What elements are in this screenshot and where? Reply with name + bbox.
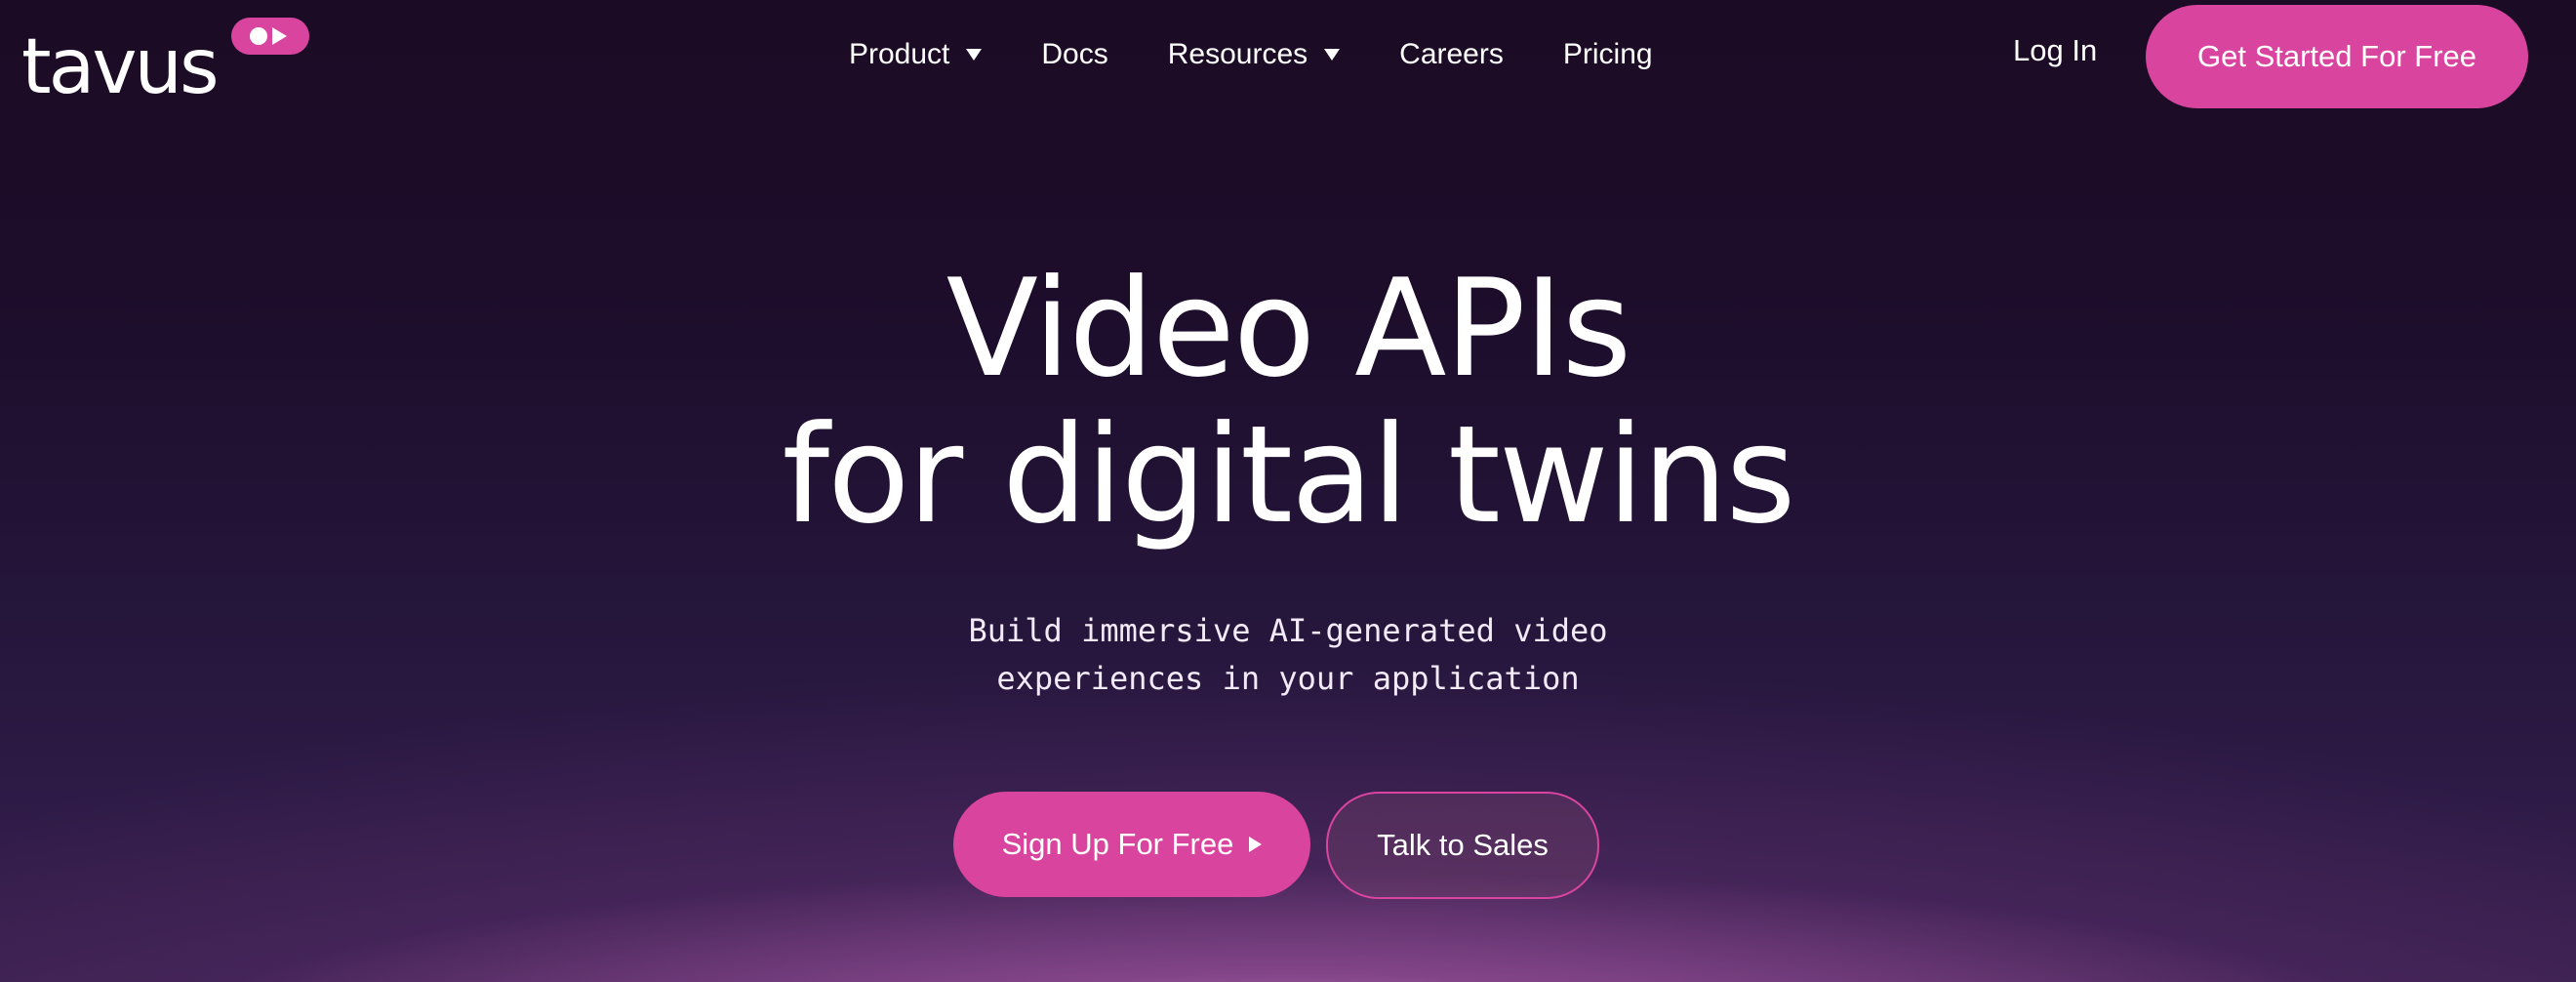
nav-item-careers[interactable]: Careers [1399, 38, 1504, 71]
nav-item-label: Careers [1399, 38, 1504, 70]
play-arrow-icon [1249, 837, 1263, 852]
record-play-icon [231, 18, 309, 55]
hero-subtitle-line-2: experiences in your application [996, 660, 1580, 697]
nav-item-label: Docs [1041, 38, 1108, 70]
get-started-button[interactable]: Get Started For Free [2146, 5, 2528, 108]
main-nav: Product Docs Resources Careers Pricing [849, 33, 1653, 76]
hero-title-line-1: Video APIs [946, 250, 1632, 407]
hero-subtitle: Build immersive AI-generated video exper… [0, 607, 2576, 703]
logo-wordmark: tavus [21, 23, 220, 111]
caret-down-icon [1324, 49, 1341, 61]
nav-item-resources[interactable]: Resources [1167, 38, 1341, 71]
talk-to-sales-button[interactable]: Talk to Sales [1326, 792, 1599, 899]
sign-up-button[interactable]: Sign Up For Free [953, 792, 1310, 897]
nav-item-docs[interactable]: Docs [1041, 38, 1107, 71]
tavus-logo[interactable]: tavus [21, 18, 309, 111]
hero-title: Video APIs for digital twins [0, 256, 2576, 549]
nav-item-label: Product [849, 38, 950, 70]
hero-subtitle-line-1: Build immersive AI-generated video [968, 612, 1608, 649]
nav-item-pricing[interactable]: Pricing [1563, 38, 1653, 71]
sign-up-button-label: Sign Up For Free [1001, 827, 1234, 861]
hero-title-line-2: for digital twins [782, 396, 1795, 553]
nav-item-label: Pricing [1562, 38, 1653, 70]
login-link[interactable]: Log In [2013, 33, 2097, 68]
nav-item-label: Resources [1167, 38, 1308, 70]
nav-item-product[interactable]: Product [849, 38, 983, 71]
caret-down-icon [966, 49, 983, 61]
